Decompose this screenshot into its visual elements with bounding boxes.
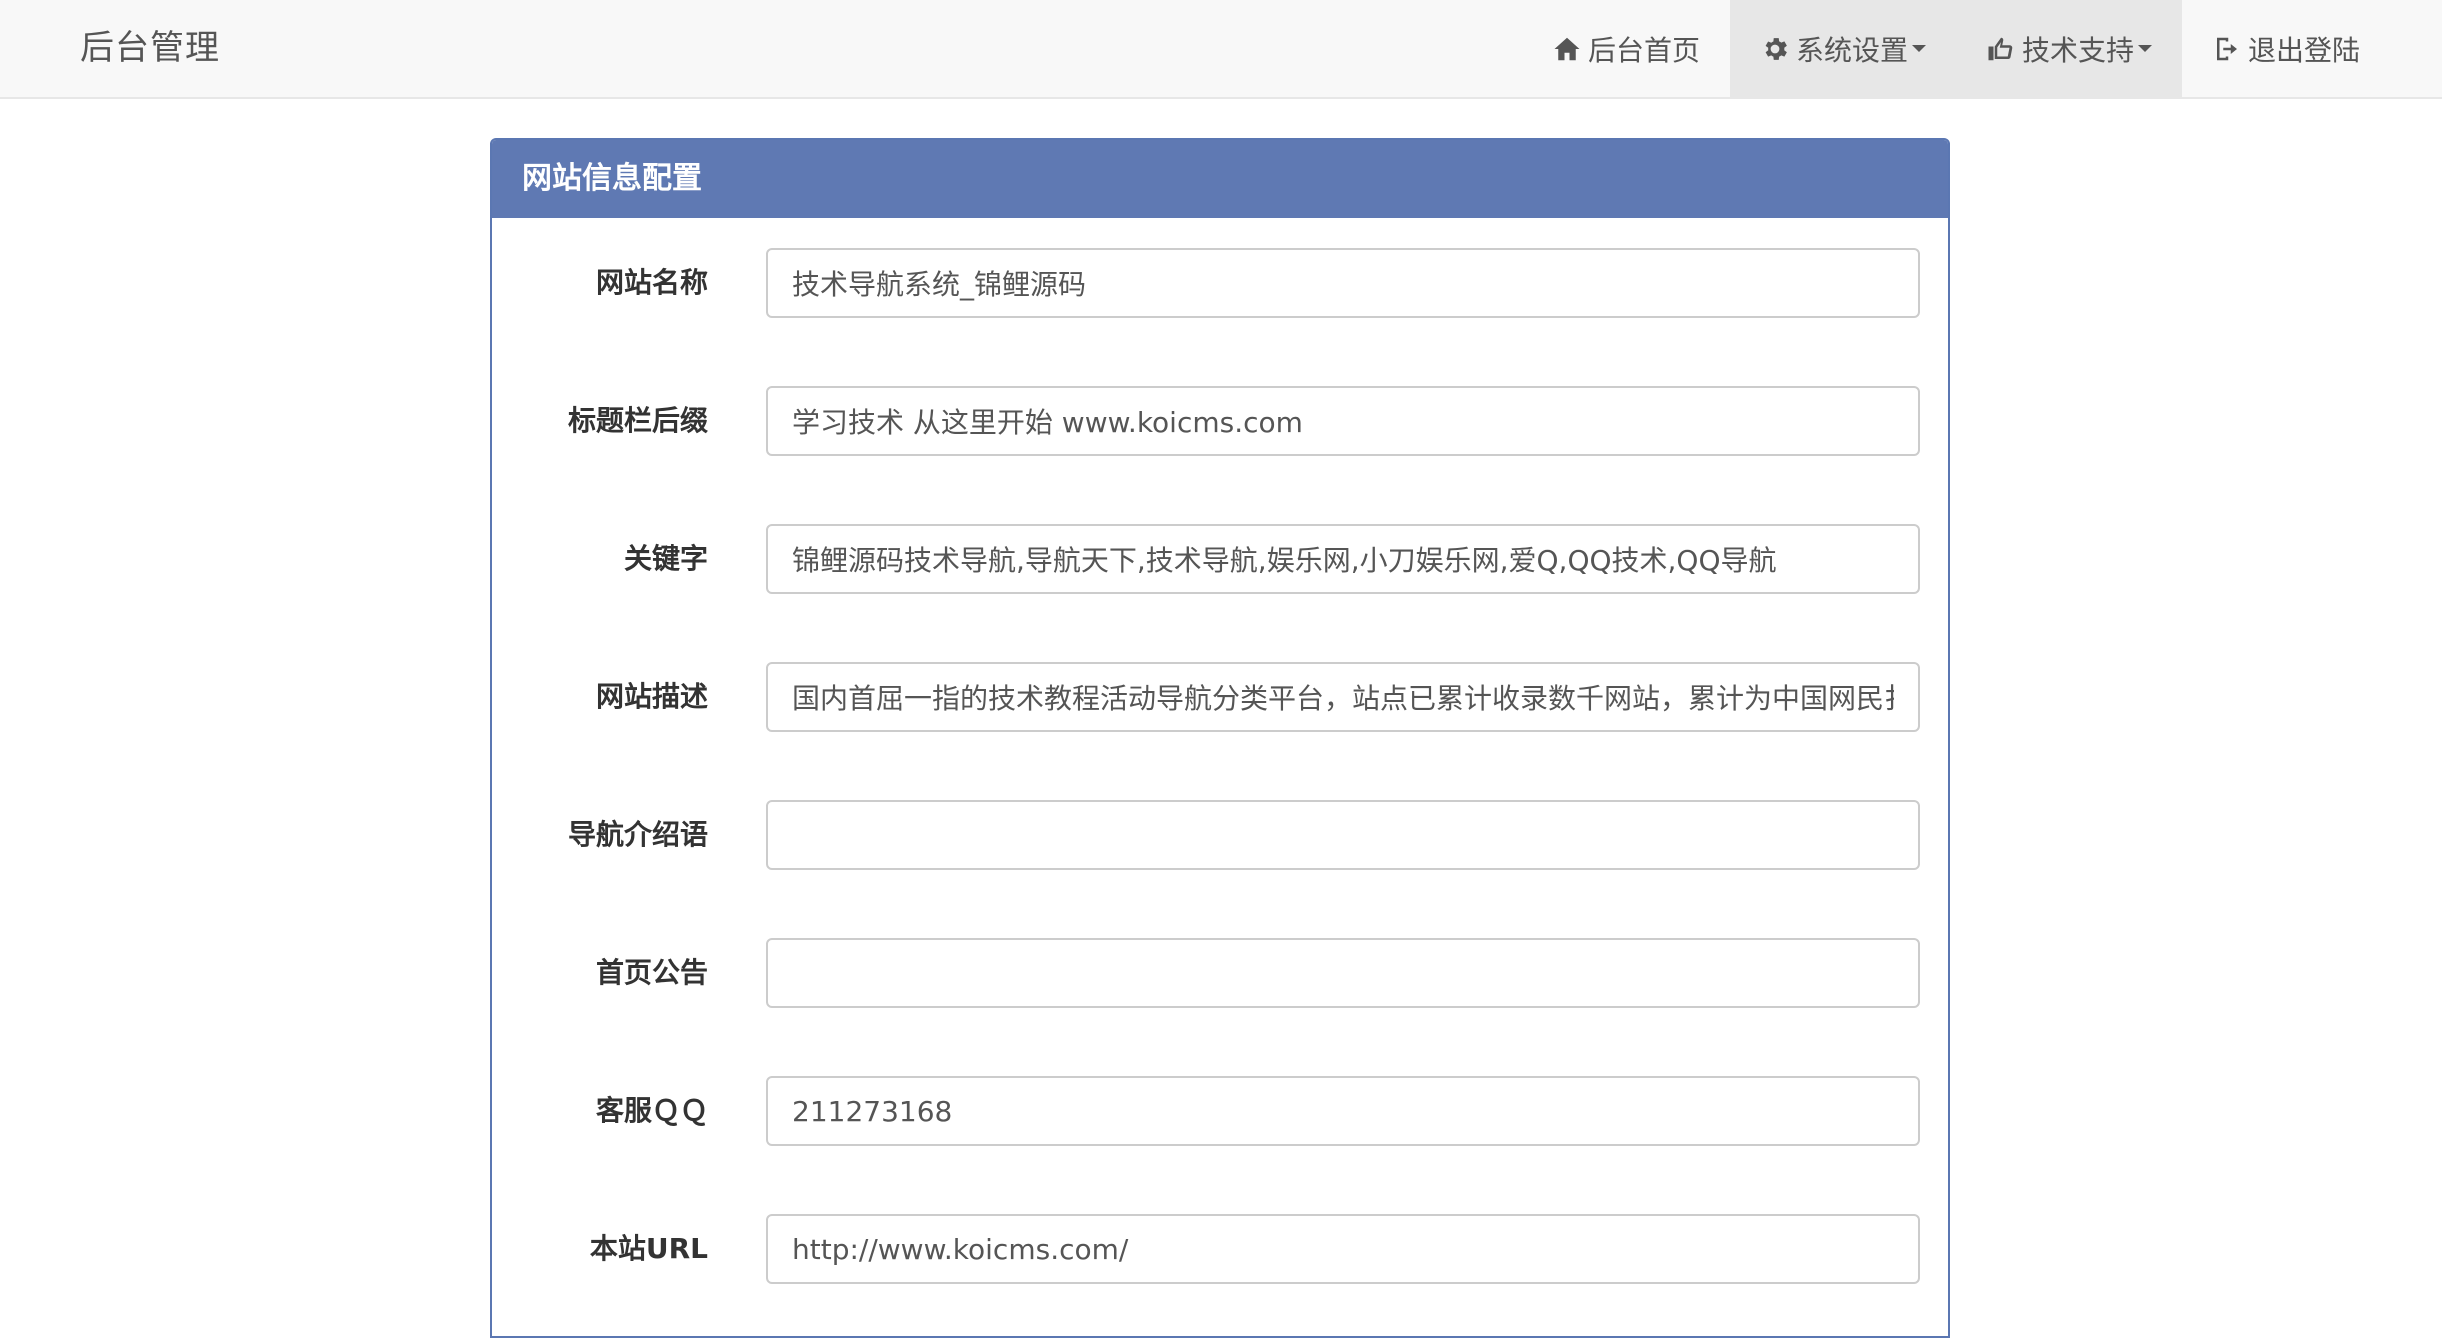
caret-down-icon [1911, 45, 1926, 52]
caret-down-icon [2137, 45, 2152, 52]
logout-icon [2212, 34, 2242, 64]
brand-title[interactable]: 后台管理 [80, 0, 220, 97]
nav-item-tech-support[interactable]: 技术支持 [1955, 0, 2182, 97]
form-row-site-name: 网站名称 [492, 248, 1948, 318]
nav-item-label: 系统设置 [1795, 33, 1908, 67]
announcement-input[interactable] [766, 938, 1920, 1008]
field-label: 关键字 [623, 542, 708, 575]
nav-item-label: 后台首页 [1587, 33, 1700, 67]
field-label: 本站URL [589, 1232, 708, 1265]
gear-icon [1760, 34, 1790, 64]
field-label: 网站名称 [595, 266, 708, 299]
nav-item-system-settings[interactable]: 系统设置 [1729, 0, 1956, 97]
nav-menu: 后台首页 系统设置 技术支持 退出登陆 [1522, 0, 2442, 97]
site-url-input[interactable] [766, 1214, 1920, 1284]
top-navbar: 后台管理 后台首页 系统设置 技术支持 退出登陆 [0, 0, 2442, 99]
form-row-keywords: 关键字 [492, 524, 1948, 594]
form-row-title-suffix: 标题栏后缀 [492, 386, 1948, 456]
description-input[interactable] [766, 662, 1920, 732]
thumbs-up-icon [1986, 34, 2016, 64]
field-label: 客服ＱＱ [595, 1094, 708, 1127]
nav-item-home[interactable]: 后台首页 [1522, 0, 1730, 97]
form-row-announcement: 首页公告 [492, 938, 1948, 1008]
nav-item-logout[interactable]: 退出登陆 [2182, 0, 2442, 97]
field-label: 首页公告 [595, 956, 708, 989]
home-icon [1552, 34, 1582, 64]
service-qq-input[interactable] [766, 1076, 1920, 1146]
field-label: 导航介绍语 [567, 818, 708, 851]
panel-title: 网站信息配置 [492, 140, 1948, 218]
form-row-description: 网站描述 [492, 662, 1948, 732]
site-name-input[interactable] [766, 248, 1920, 318]
field-label: 网站描述 [595, 680, 708, 713]
site-config-panel: 网站信息配置 网站名称 标题栏后缀 关键字 网站描述 导航介绍语 首页公告 客服… [490, 138, 1950, 1338]
form-row-service-qq: 客服ＱＱ [492, 1076, 1948, 1146]
form-row-site-url: 本站URL [492, 1214, 1948, 1284]
keywords-input[interactable] [766, 524, 1920, 594]
title-suffix-input[interactable] [766, 386, 1920, 456]
field-label: 标题栏后缀 [567, 404, 708, 437]
nav-item-label: 退出登陆 [2247, 33, 2360, 67]
nav-intro-input[interactable] [766, 800, 1920, 870]
form-row-nav-intro: 导航介绍语 [492, 800, 1948, 870]
nav-item-label: 技术支持 [2021, 33, 2134, 67]
